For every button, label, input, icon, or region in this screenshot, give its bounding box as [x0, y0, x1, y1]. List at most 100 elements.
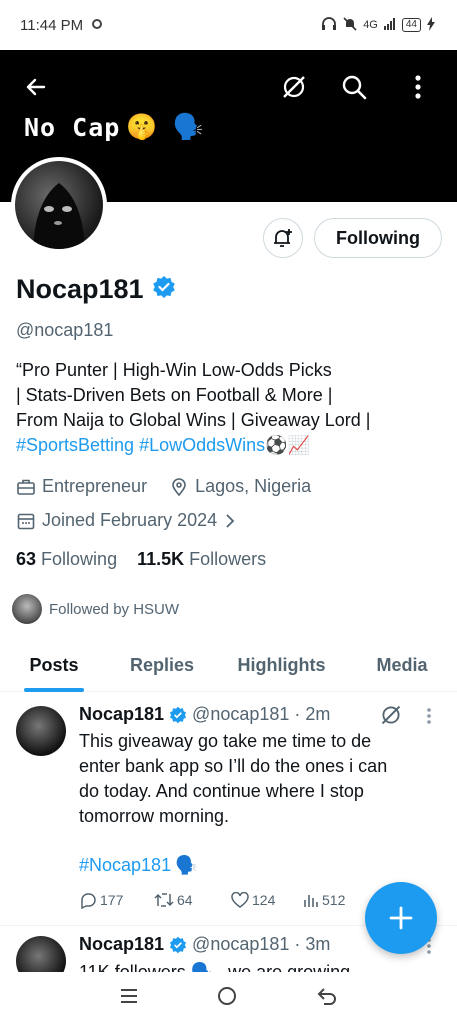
- verified-badge-icon: [169, 706, 187, 723]
- profile-tabs: Posts Replies Highlights Media: [0, 640, 457, 692]
- follower-avatar: [12, 594, 42, 624]
- followed-by-row[interactable]: Followed by HSUW: [12, 594, 179, 624]
- reply-icon: [81, 893, 96, 909]
- tab-replies[interactable]: Replies: [108, 640, 216, 691]
- tweet-time: · 2m: [294, 704, 331, 724]
- charging-icon: [427, 16, 435, 34]
- tweet-line: do today. And continue where I stop: [79, 781, 364, 801]
- chevron-right-icon: [226, 513, 235, 528]
- bio-hashtags[interactable]: #SportsBetting #LowOddsWins: [16, 435, 265, 455]
- following-count: 63: [16, 549, 37, 569]
- like-button[interactable]: 124: [231, 892, 303, 908]
- heart-icon: [231, 892, 249, 908]
- home-circle-icon: [218, 986, 237, 1005]
- tweet-header: Nocap181 @nocap181 · 2m: [79, 704, 330, 725]
- status-bar: 11:44 PM 4G 44: [0, 0, 457, 50]
- notifications-button[interactable]: [263, 218, 303, 258]
- retweet-icon: [154, 893, 174, 907]
- back-button[interactable]: [19, 70, 53, 104]
- system-nav-bar: [0, 972, 457, 1024]
- tweet-hashtag-row: #Nocap181 🗣️: [79, 855, 198, 876]
- signal-icon: [383, 17, 396, 33]
- grok-icon: [283, 76, 305, 98]
- followed-by-text: Followed by HSUW: [49, 600, 180, 618]
- profile-handle: @nocap181: [16, 320, 114, 340]
- grok-icon: [381, 705, 401, 725]
- followers-count-link[interactable]: 11.5K Followers: [137, 549, 266, 570]
- following-button[interactable]: Following: [314, 218, 442, 258]
- grok-button[interactable]: [277, 70, 311, 104]
- headphones-icon: [321, 16, 337, 34]
- tweet-avatar[interactable]: [16, 936, 66, 972]
- tweet-author-handle: @nocap181: [192, 704, 290, 724]
- bio-line: “Pro Punter | High-Win Low-Odds Picks: [16, 360, 332, 380]
- tweet-line: This giveaway go take me time to de: [79, 731, 372, 751]
- follow-counts: 63 Following 11.5K Followers: [16, 549, 266, 570]
- reply-button[interactable]: 177: [79, 891, 154, 909]
- views-button[interactable]: 512: [303, 892, 345, 908]
- profile-avatar[interactable]: [11, 157, 107, 253]
- profile-name-row: Nocap181: [16, 274, 176, 305]
- banner-title-text: No Cap: [24, 112, 121, 142]
- tweet-line: enter bank app so I’ll do the ones i can: [79, 756, 388, 776]
- profile-location: Lagos, Nigeria: [195, 476, 312, 496]
- profile-joined: Joined February 2024: [42, 510, 218, 530]
- retweet-count: 64: [177, 892, 193, 908]
- following-count-label: Following: [41, 549, 118, 569]
- banner-title: No Cap 🤫 🗣️: [24, 112, 205, 142]
- tweet-grok-button[interactable]: [380, 704, 402, 731]
- more-button[interactable]: [401, 70, 435, 104]
- bio-emoji: ⚽📈: [265, 435, 310, 455]
- verified-badge-icon: [169, 936, 187, 953]
- calendar-icon: [17, 513, 35, 529]
- tweet-line: 11K followers 🗣️ , we are growing: [79, 962, 351, 972]
- speaking-head-emoji: 🗣️: [172, 112, 205, 141]
- tweet-text: This giveaway go take me time to de ente…: [79, 729, 434, 829]
- shush-emoji: 🤫: [126, 112, 159, 141]
- tweet-more-button[interactable]: [426, 707, 432, 730]
- profile-bio: “Pro Punter | High-Win Low-Odds Picks | …: [16, 358, 446, 458]
- following-count-link[interactable]: 63 Following: [16, 549, 117, 570]
- profile-name: Nocap181: [16, 274, 144, 304]
- back-arrow-icon: [26, 78, 46, 96]
- network-label: 4G: [363, 19, 378, 31]
- search-icon: [342, 75, 367, 100]
- tweet-text: 11K followers 🗣️ , we are growing: [79, 960, 434, 972]
- home-button[interactable]: [216, 985, 238, 1012]
- speaking-head-emoji: 🗣️: [175, 855, 198, 875]
- settings-icon: [91, 17, 103, 34]
- view-count: 512: [322, 892, 346, 908]
- retweet-button[interactable]: 64: [154, 892, 231, 908]
- tweet-hashtag[interactable]: #Nocap181: [79, 855, 171, 876]
- tab-highlights[interactable]: Highlights: [216, 640, 347, 691]
- bell-plus-icon: [274, 229, 292, 247]
- more-vertical-icon: [427, 708, 431, 724]
- tab-posts[interactable]: Posts: [0, 640, 108, 691]
- menu-lines-icon: [120, 988, 137, 1003]
- bio-line: From Naija to Global Wins | Giveaway Lor…: [16, 410, 371, 430]
- compose-button[interactable]: [365, 882, 437, 954]
- battery-level: 44: [401, 18, 421, 32]
- back-curve-icon: [317, 987, 337, 1005]
- tweet-line: tomorrow morning.: [79, 806, 230, 826]
- profile-joined-row[interactable]: Joined February 2024: [16, 510, 237, 531]
- tab-media[interactable]: Media: [347, 640, 457, 691]
- reply-count: 177: [100, 892, 124, 908]
- tweet-author-name[interactable]: Nocap181: [79, 704, 164, 725]
- system-back-button[interactable]: [316, 986, 338, 1011]
- recents-button[interactable]: [119, 987, 139, 1010]
- briefcase-icon: [17, 479, 35, 495]
- tweet-avatar[interactable]: [16, 706, 66, 756]
- location-pin-icon: [172, 477, 186, 496]
- search-button[interactable]: [337, 70, 371, 104]
- tweet-actions: 177 64 124 512: [79, 891, 345, 909]
- tweet-author-name[interactable]: Nocap181: [79, 934, 164, 955]
- mute-icon: [343, 16, 357, 34]
- followers-count: 11.5K: [137, 549, 185, 569]
- plus-icon: [389, 906, 413, 930]
- status-time: 11:44 PM: [20, 16, 84, 34]
- more-vertical-icon: [415, 75, 421, 99]
- tweet-author-handle: @nocap181: [192, 934, 290, 954]
- views-chart-icon: [304, 895, 318, 907]
- followers-count-label: Followers: [189, 549, 267, 569]
